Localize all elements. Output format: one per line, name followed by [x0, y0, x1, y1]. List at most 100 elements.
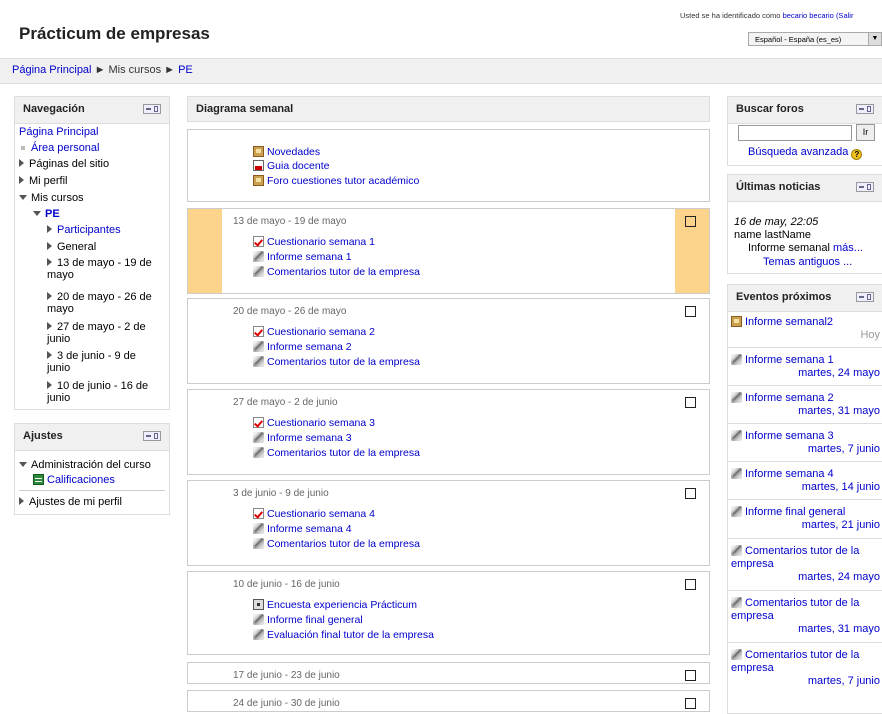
section-checkbox[interactable] — [685, 698, 696, 709]
activity-link[interactable]: Informe final general — [253, 614, 363, 626]
logout-link[interactable]: (Salir — [836, 11, 854, 20]
activity-link[interactable]: Foro cuestiones tutor académico — [253, 175, 419, 187]
activity-label: Evaluación final tutor de la empresa — [267, 629, 434, 641]
expand-icon — [47, 292, 52, 300]
older-topics-link[interactable]: Temas antiguos ... — [763, 256, 852, 268]
event-name: Informe semana 2 — [745, 392, 834, 404]
event-item[interactable]: Informe semana 1 martes, 24 mayo — [731, 354, 882, 380]
nav-week-label: 10 de junio - 16 de junio — [47, 380, 149, 404]
event-name: Informe semanal2 — [745, 316, 834, 328]
nav-site-pages[interactable]: Páginas del sitio — [19, 158, 109, 170]
hide-block-icon[interactable] — [143, 431, 161, 441]
user-profile-link[interactable]: becario becario — [783, 11, 834, 20]
help-icon[interactable]: ? — [851, 149, 863, 160]
settings-profile[interactable]: Ajustes de mi perfil — [19, 496, 122, 508]
activity-label: Informe semana 4 — [267, 523, 352, 535]
nav-week-4[interactable]: 3 de junio - 9 de junio — [47, 350, 157, 374]
activity-link[interactable]: Comentarios tutor de la empresa — [253, 447, 420, 459]
activity-link[interactable]: Cuestionario semana 3 — [253, 417, 375, 429]
section-checkbox[interactable] — [685, 397, 696, 408]
language-select[interactable]: Español - España (es_es) ▼ — [748, 32, 882, 46]
breadcrumb-home[interactable]: Página Principal — [12, 64, 92, 76]
expand-icon — [47, 225, 52, 233]
activity-link[interactable]: Cuestionario semana 1 — [253, 236, 375, 248]
hide-block-icon[interactable] — [856, 292, 874, 302]
event-item[interactable]: Informe final general martes, 21 junio — [731, 506, 882, 532]
activity-link[interactable]: Comentarios tutor de la empresa — [253, 356, 420, 368]
search-forums-title: Buscar foros — [736, 103, 804, 115]
activity-label: Comentarios tutor de la empresa — [267, 447, 420, 459]
hide-block-icon[interactable] — [856, 104, 874, 114]
search-go-button[interactable]: Ir — [856, 124, 875, 141]
activity-link[interactable]: Encuesta experiencia Prácticum — [253, 599, 417, 611]
activity-label: Comentarios tutor de la empresa — [267, 266, 420, 278]
settings-course-admin[interactable]: Administración del curso — [19, 459, 151, 471]
assignment-icon — [253, 432, 264, 443]
assignment-icon — [253, 341, 264, 352]
nav-week-label: 20 de mayo - 26 de mayo — [47, 291, 152, 315]
activity-link[interactable]: Informe semana 4 — [253, 523, 352, 535]
nav-home-link[interactable]: Página Principal — [19, 126, 99, 138]
settings-grades[interactable]: Calificaciones — [33, 474, 115, 486]
event-name: Informe semana 1 — [745, 354, 834, 366]
event-item[interactable]: Comentarios tutor de la empresa martes, 7… — [731, 649, 882, 688]
activity-link[interactable]: Informe semana 3 — [253, 432, 352, 444]
activity-link[interactable]: Evaluación final tutor de la empresa — [253, 629, 434, 641]
search-forums-input[interactable] — [738, 125, 852, 141]
divider — [727, 538, 882, 539]
nav-week-3[interactable]: 27 de mayo - 2 de junio — [47, 321, 167, 345]
event-date: Hoy — [860, 329, 880, 341]
nav-week-label: 27 de mayo - 2 de junio — [47, 321, 146, 345]
nav-my-courses[interactable]: Mis cursos — [19, 192, 84, 204]
nav-my-profile[interactable]: Mi perfil — [19, 175, 68, 187]
breadcrumb-course[interactable]: PE — [178, 64, 193, 76]
event-item[interactable]: Informe semana 3 martes, 7 junio — [731, 430, 882, 456]
nav-participants[interactable]: Participantes — [47, 224, 121, 236]
intro-section: Novedades Guia docente Foro cuestiones t… — [187, 129, 710, 202]
nav-week-5[interactable]: 10 de junio - 16 de junio — [47, 380, 167, 404]
nav-week-1[interactable]: 13 de mayo - 19 de mayo — [47, 257, 167, 281]
chevron-down-icon: ▼ — [868, 33, 881, 45]
event-item[interactable]: Informe semana 4 martes, 14 junio — [731, 468, 882, 494]
activity-link[interactable]: Informe semana 2 — [253, 341, 352, 353]
advanced-search[interactable]: Búsqueda avanzada ? — [748, 146, 863, 160]
nav-my-courses-label: Mis cursos — [31, 192, 84, 204]
assignment-icon — [253, 629, 264, 640]
activity-link[interactable]: Guia docente — [253, 160, 329, 172]
nav-general[interactable]: General — [47, 241, 96, 253]
section-checkbox[interactable] — [685, 488, 696, 499]
section-checkbox[interactable] — [685, 670, 696, 681]
settings-title: Ajustes — [23, 430, 63, 442]
nav-site-pages-label: Páginas del sitio — [29, 158, 110, 170]
assignment-icon — [731, 597, 742, 608]
week-section: 20 de mayo - 26 de mayo Cuestionario sema… — [187, 298, 710, 384]
nav-week-2[interactable]: 20 de mayo - 26 de mayo — [47, 291, 167, 315]
event-item[interactable]: Informe semanal2 Hoy — [731, 316, 882, 342]
settings-course-admin-label: Administración del curso — [31, 459, 151, 471]
event-item[interactable]: Comentarios tutor de la empresa martes, 2… — [731, 545, 882, 584]
nav-area-personal[interactable]: Área personal — [19, 142, 100, 154]
activity-link[interactable]: Cuestionario semana 4 — [253, 508, 375, 520]
news-more-link[interactable]: más... — [833, 242, 863, 254]
event-item[interactable]: Comentarios tutor de la empresa martes, 3… — [731, 597, 882, 636]
activity-link[interactable]: Novedades — [253, 146, 320, 158]
event-item[interactable]: Informe semana 2 martes, 31 mayo — [731, 392, 882, 418]
hide-block-icon[interactable] — [143, 104, 161, 114]
assignment-icon — [253, 523, 264, 534]
nav-course-pe[interactable]: PE — [33, 208, 60, 220]
activity-link[interactable]: Comentarios tutor de la empresa — [253, 538, 420, 550]
navigation-block-header: Navegación — [15, 97, 169, 124]
event-name: Comentarios tutor de la empresa — [731, 649, 860, 674]
activity-link[interactable]: Comentarios tutor de la empresa — [253, 266, 420, 278]
week-section-title: 24 de junio - 30 de junio — [233, 698, 340, 709]
section-checkbox[interactable] — [685, 216, 696, 227]
activity-link[interactable]: Informe semana 1 — [253, 251, 352, 263]
language-selected: Español - España (es_es) — [755, 35, 842, 44]
expand-icon — [47, 322, 52, 330]
news-author: name lastName — [734, 229, 812, 241]
hide-block-icon[interactable] — [856, 182, 874, 192]
section-checkbox[interactable] — [685, 579, 696, 590]
section-checkbox[interactable] — [685, 306, 696, 317]
activity-link[interactable]: Cuestionario semana 2 — [253, 326, 375, 338]
activity-label: Encuesta experiencia Prácticum — [267, 599, 417, 611]
